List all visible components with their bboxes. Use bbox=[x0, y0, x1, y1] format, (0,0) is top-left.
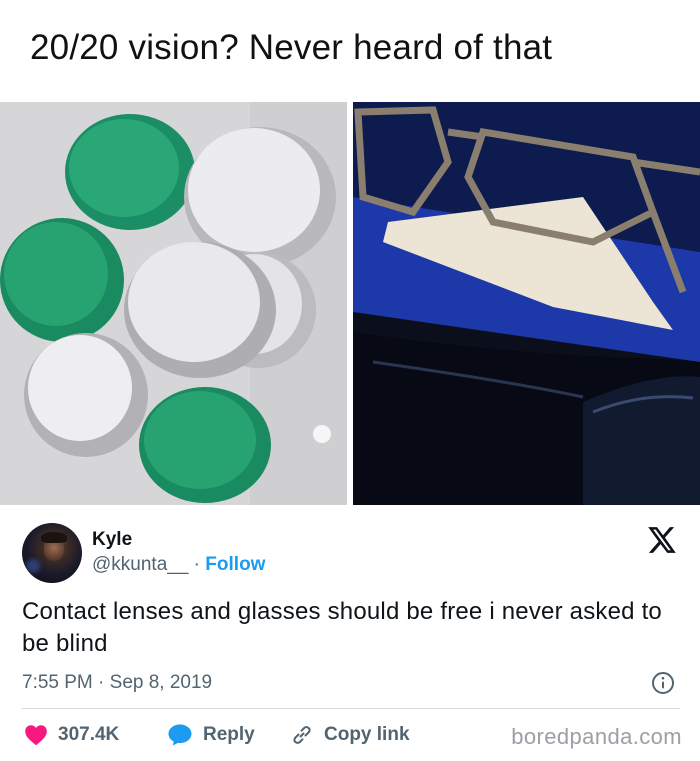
copy-link-button[interactable]: Copy link bbox=[290, 721, 410, 749]
info-icon[interactable] bbox=[651, 671, 675, 695]
white-cap bbox=[24, 333, 148, 457]
heart-icon bbox=[25, 725, 47, 746]
reply-bubble-icon bbox=[168, 724, 192, 746]
copy-link-label: Copy link bbox=[324, 724, 410, 745]
author-name[interactable]: Kyle bbox=[92, 529, 132, 551]
embedded-tweet: Kyle @kkunta__ · Follow Contact lenses a… bbox=[0, 505, 700, 761]
green-cap bbox=[139, 387, 271, 503]
reply-button[interactable]: Reply bbox=[167, 721, 255, 749]
white-cap bbox=[124, 242, 276, 378]
follow-button[interactable]: Follow bbox=[205, 554, 265, 575]
green-cap bbox=[0, 218, 124, 342]
x-logo-icon[interactable] bbox=[648, 527, 676, 553]
link-icon bbox=[293, 726, 311, 744]
author-handle[interactable]: @kkunta__ bbox=[92, 554, 188, 575]
contact-lens-cases-photo bbox=[0, 102, 347, 505]
reply-label: Reply bbox=[203, 724, 255, 745]
like-count: 307.4K bbox=[58, 724, 120, 745]
avatar-hair bbox=[41, 532, 67, 543]
tweet-text: Contact lenses and glasses should be fre… bbox=[22, 598, 662, 657]
author-handle-row: @kkunta__ · Follow bbox=[92, 554, 265, 576]
green-cap bbox=[65, 114, 195, 230]
handle-separator: · bbox=[188, 554, 206, 575]
avatar-glow bbox=[26, 559, 40, 573]
like-button[interactable]: 307.4K bbox=[24, 721, 119, 749]
boredpanda-watermark: boredpanda.com bbox=[511, 724, 682, 749]
tweet-divider bbox=[22, 708, 680, 709]
avatar[interactable] bbox=[22, 523, 82, 583]
post-headline: 20/20 vision? Never heard of that bbox=[30, 28, 553, 67]
tweet-timestamp[interactable]: 7:55 PM · Sep 8, 2019 bbox=[22, 672, 212, 694]
eyeglasses-on-cloth-photo bbox=[353, 102, 700, 505]
